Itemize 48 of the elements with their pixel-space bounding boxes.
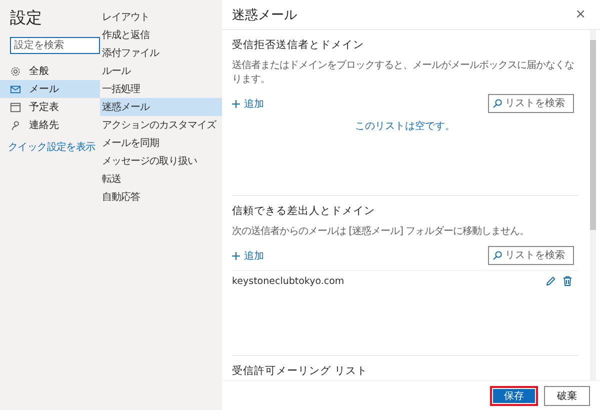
person-icon xyxy=(10,120,21,130)
section-title: 受信許可メーリング リスト xyxy=(232,364,368,378)
sidebar-item[interactable]: メール xyxy=(0,80,100,98)
sidebar-item[interactable]: 連絡先 xyxy=(0,116,100,134)
submenu-item[interactable]: 添付ファイル xyxy=(100,44,222,62)
submenu-item[interactable]: 転送 xyxy=(100,170,222,188)
submenu-item[interactable]: 作成と返信 xyxy=(100,26,222,44)
sidebar-item-label: 全般 xyxy=(29,65,49,78)
submenu-item[interactable]: 自動応答 xyxy=(100,188,222,206)
submenu-item[interactable]: メッセージの取り扱い xyxy=(100,152,222,170)
section-title: 受信拒否送信者とドメイン xyxy=(232,38,365,52)
list-search-field[interactable]: リストを検索 xyxy=(488,94,574,113)
section-title: 信頼できる差出人とドメイン xyxy=(232,204,376,218)
submenu-item[interactable]: ルール xyxy=(100,62,222,80)
submenu-item[interactable]: 迷惑メール xyxy=(100,98,222,116)
panel-title: 迷惑メール xyxy=(232,6,297,24)
settings-search-field[interactable]: 設定を検索 xyxy=(10,37,100,54)
save-button[interactable]: 保存 xyxy=(490,386,538,406)
calendar-icon xyxy=(10,102,21,112)
mail-icon xyxy=(10,84,21,94)
scrollbar[interactable] xyxy=(590,30,596,380)
plus-icon xyxy=(232,252,240,260)
trash-icon[interactable] xyxy=(563,276,572,286)
settings-title: 設定 xyxy=(9,8,43,29)
plus-icon xyxy=(232,100,240,108)
sidebar-item-label: メール xyxy=(29,83,59,96)
add-button[interactable]: 追加 xyxy=(232,248,264,262)
quick-settings-link[interactable]: クイック設定を表示 xyxy=(8,140,96,154)
sidebar-item-label: 予定表 xyxy=(29,100,59,114)
sidebar-item[interactable]: 全般 xyxy=(0,62,100,80)
list-search-field[interactable]: リストを検索 xyxy=(488,246,574,265)
section-description: 送信者またはドメインをブロックすると、メールがメールボックスに届かなくなります。 xyxy=(232,58,575,86)
edit-icon[interactable] xyxy=(546,276,555,286)
submenu-item[interactable]: メールを同期 xyxy=(100,134,222,152)
section-description: 次の送信者からのメールは [迷惑メール] フォルダーに移動しません。 xyxy=(232,224,530,238)
gear-icon xyxy=(10,66,21,76)
submenu-item[interactable]: 一括処理 xyxy=(100,80,222,98)
search-icon xyxy=(493,99,502,108)
search-icon xyxy=(493,251,502,260)
discard-button[interactable]: 破棄 xyxy=(544,386,590,406)
submenu-item[interactable]: アクションのカスタマイズ xyxy=(100,116,222,134)
add-button[interactable]: 追加 xyxy=(232,96,264,110)
list-entry: keystoneclubtokyo.com xyxy=(232,276,344,286)
sidebar-item[interactable]: 予定表 xyxy=(0,98,100,116)
submenu-item[interactable]: レイアウト xyxy=(100,8,222,26)
sidebar-item-label: 連絡先 xyxy=(29,118,59,132)
empty-list-message: このリストは空です。 xyxy=(354,120,456,133)
close-button[interactable]: × xyxy=(575,7,586,22)
